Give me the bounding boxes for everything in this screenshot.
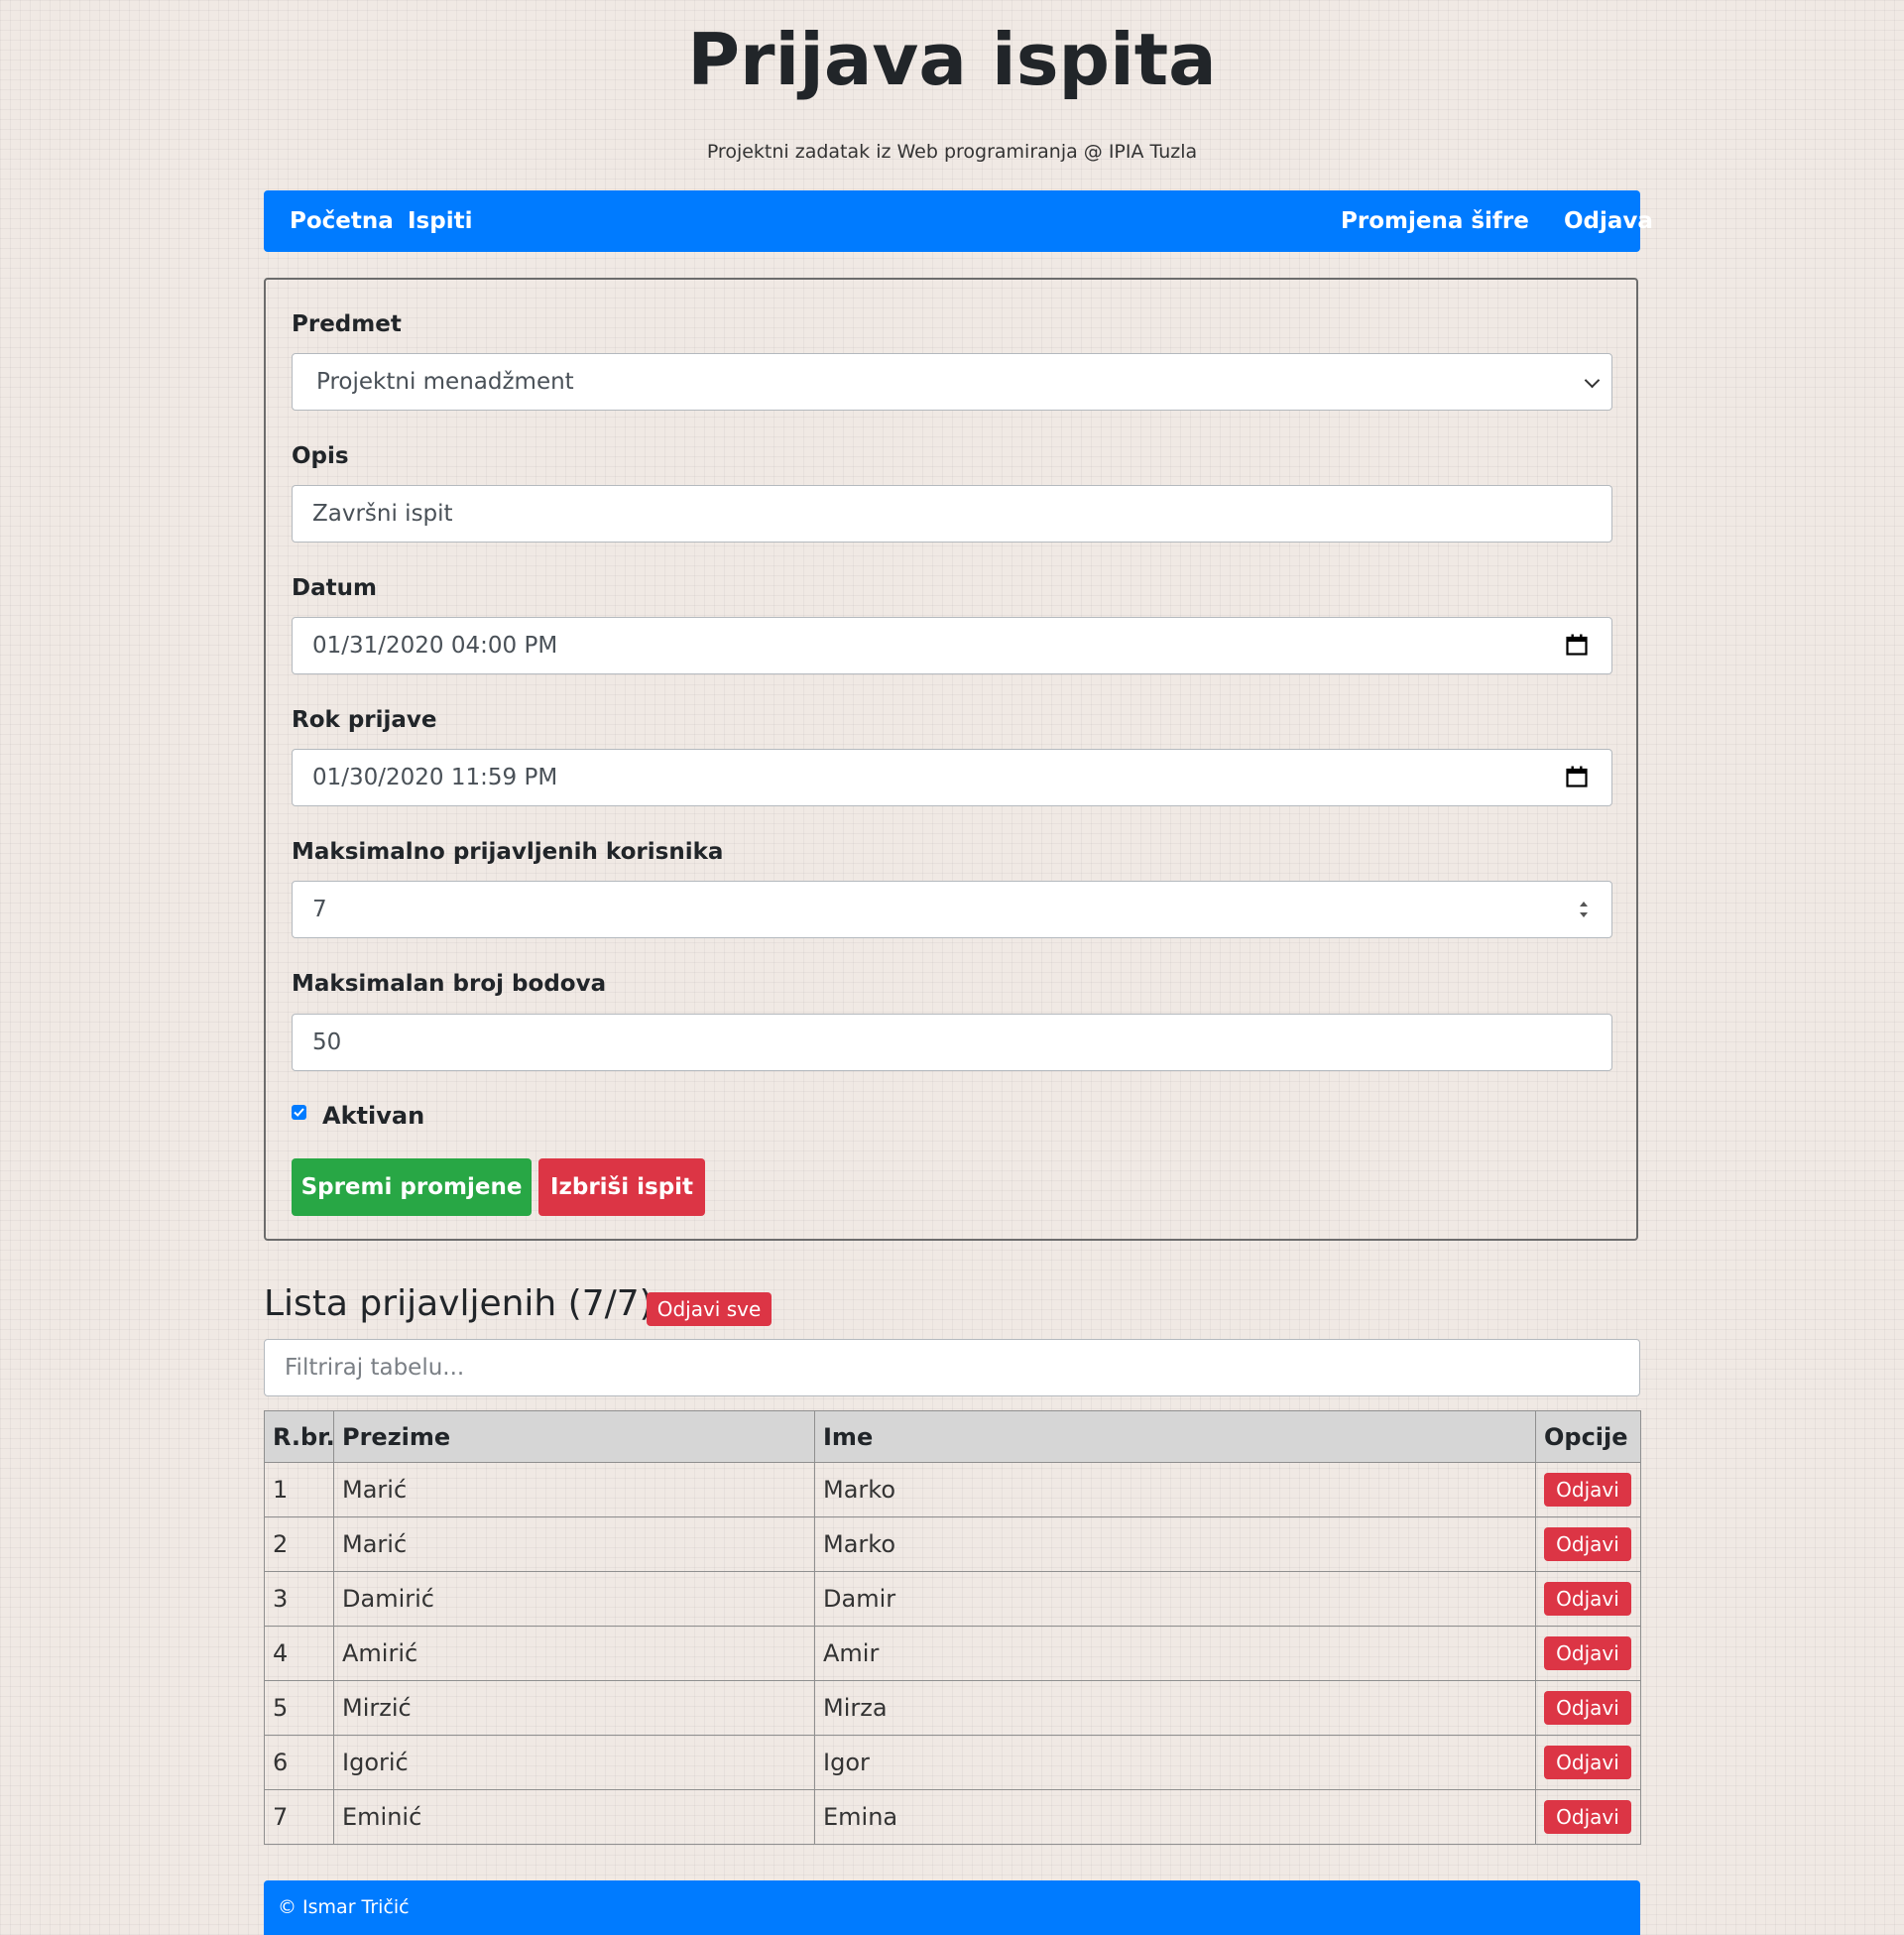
date-label: Datum: [292, 575, 377, 601]
footer-copyright: © Ismar Tričić: [278, 1896, 410, 1918]
table-row: 4 Amirić Amir Odjavi: [264, 1626, 1641, 1681]
subject-select[interactable]: Projektni menadžment: [292, 353, 1612, 411]
row-options: Odjavi: [1535, 1516, 1641, 1572]
page-title: Prijava ispita: [687, 18, 1217, 101]
table-filter-placeholder: Filtriraj tabelu...: [285, 1355, 465, 1381]
active-checkbox-label: Aktivan: [322, 1102, 425, 1130]
row-surname: Marić: [333, 1516, 815, 1572]
unregister-button[interactable]: Odjavi: [1544, 1636, 1631, 1670]
deadline-input-value: 01/30/2020 11:59 PM: [312, 765, 558, 790]
deadline-label: Rok prijave: [292, 707, 437, 733]
column-header-name: Ime: [814, 1410, 1536, 1463]
row-name: Amir: [814, 1626, 1536, 1681]
delete-exam-button[interactable]: Izbriši ispit: [538, 1158, 705, 1216]
table-row: 5 Mirzić Mirza Odjavi: [264, 1680, 1641, 1736]
calendar-icon[interactable]: [1566, 766, 1588, 787]
row-options: Odjavi: [1535, 1571, 1641, 1627]
row-name: Mirza: [814, 1680, 1536, 1736]
row-number: 1: [264, 1462, 334, 1517]
row-options: Odjavi: [1535, 1626, 1641, 1681]
unregister-button[interactable]: Odjavi: [1544, 1691, 1631, 1725]
row-number: 2: [264, 1516, 334, 1572]
table-row: 3 Damirić Damir Odjavi: [264, 1571, 1641, 1627]
row-options: Odjavi: [1535, 1735, 1641, 1790]
unregister-all-button[interactable]: Odjavi sve: [647, 1292, 772, 1326]
row-options: Odjavi: [1535, 1462, 1641, 1517]
nav-link-exams[interactable]: Ispiti: [408, 190, 472, 252]
max-points-input[interactable]: 50: [292, 1014, 1612, 1071]
unregister-button[interactable]: Odjavi: [1544, 1473, 1631, 1507]
row-surname: Damirić: [333, 1571, 815, 1627]
checkmark-icon: [294, 1108, 304, 1117]
page-subtitle: Projektni zadatak iz Web programiranja @…: [706, 141, 1198, 163]
row-surname: Amirić: [333, 1626, 815, 1681]
table-row: 6 Igorić Igor Odjavi: [264, 1735, 1641, 1790]
number-spinner-icon[interactable]: [1578, 897, 1590, 922]
description-label: Opis: [292, 443, 349, 469]
nav-link-change-password[interactable]: Promjena šifre: [1341, 190, 1529, 252]
registered-list-title: Lista prijavljenih (7/7):: [264, 1283, 665, 1324]
max-points-input-value: 50: [312, 1029, 342, 1055]
row-name: Damir: [814, 1571, 1536, 1627]
column-header-surname: Prezime: [333, 1410, 815, 1463]
date-input-value: 01/31/2020 04:00 PM: [312, 633, 558, 659]
subject-select-value: Projektni menadžment: [316, 369, 574, 395]
table-row: 7 Eminić Emina Odjavi: [264, 1789, 1641, 1845]
row-name: Marko: [814, 1516, 1536, 1572]
subject-label: Predmet: [292, 311, 402, 337]
max-points-label: Maksimalan broj bodova: [292, 971, 607, 997]
save-changes-button[interactable]: Spremi promjene: [292, 1158, 532, 1216]
nav-link-logout[interactable]: Odjava: [1564, 190, 1653, 252]
footer: © Ismar Tričić: [264, 1880, 1640, 1935]
row-number: 6: [264, 1735, 334, 1790]
max-users-input[interactable]: 7: [292, 881, 1612, 938]
unregister-button[interactable]: Odjavi: [1544, 1527, 1631, 1561]
active-checkbox[interactable]: [292, 1105, 306, 1120]
row-surname: Marić: [333, 1462, 815, 1517]
table-header-row: R.br. Prezime Ime Opcije: [264, 1410, 1641, 1463]
row-name: Marko: [814, 1462, 1536, 1517]
column-header-number: R.br.: [264, 1410, 334, 1463]
unregister-button[interactable]: Odjavi: [1544, 1800, 1631, 1834]
row-number: 7: [264, 1789, 334, 1845]
unregister-button[interactable]: Odjavi: [1544, 1582, 1631, 1616]
registered-users-table: R.br. Prezime Ime Opcije 1 Marić Marko O…: [264, 1410, 1641, 1845]
table-row: 1 Marić Marko Odjavi: [264, 1462, 1641, 1517]
date-input[interactable]: 01/31/2020 04:00 PM: [292, 617, 1612, 674]
deadline-input[interactable]: 01/30/2020 11:59 PM: [292, 749, 1612, 806]
max-users-input-value: 7: [312, 897, 327, 922]
description-input-value: Završni ispit: [312, 501, 453, 527]
unregister-button[interactable]: Odjavi: [1544, 1746, 1631, 1779]
row-name: Igor: [814, 1735, 1536, 1790]
row-name: Emina: [814, 1789, 1536, 1845]
row-options: Odjavi: [1535, 1789, 1641, 1845]
row-number: 3: [264, 1571, 334, 1627]
row-surname: Eminić: [333, 1789, 815, 1845]
column-header-options: Opcije: [1535, 1410, 1641, 1463]
row-number: 4: [264, 1626, 334, 1681]
row-options: Odjavi: [1535, 1680, 1641, 1736]
description-input[interactable]: Završni ispit: [292, 485, 1612, 543]
calendar-icon[interactable]: [1566, 634, 1588, 656]
chevron-down-icon: [1584, 372, 1601, 389]
table-row: 2 Marić Marko Odjavi: [264, 1516, 1641, 1572]
row-surname: Mirzić: [333, 1680, 815, 1736]
nav-link-home[interactable]: Početna: [290, 190, 394, 252]
table-filter-input[interactable]: Filtriraj tabelu...: [264, 1339, 1640, 1396]
max-users-label: Maksimalno prijavljenih korisnika: [292, 839, 724, 865]
row-surname: Igorić: [333, 1735, 815, 1790]
row-number: 5: [264, 1680, 334, 1736]
navbar: Početna Ispiti Promjena šifre Odjava: [264, 190, 1653, 252]
